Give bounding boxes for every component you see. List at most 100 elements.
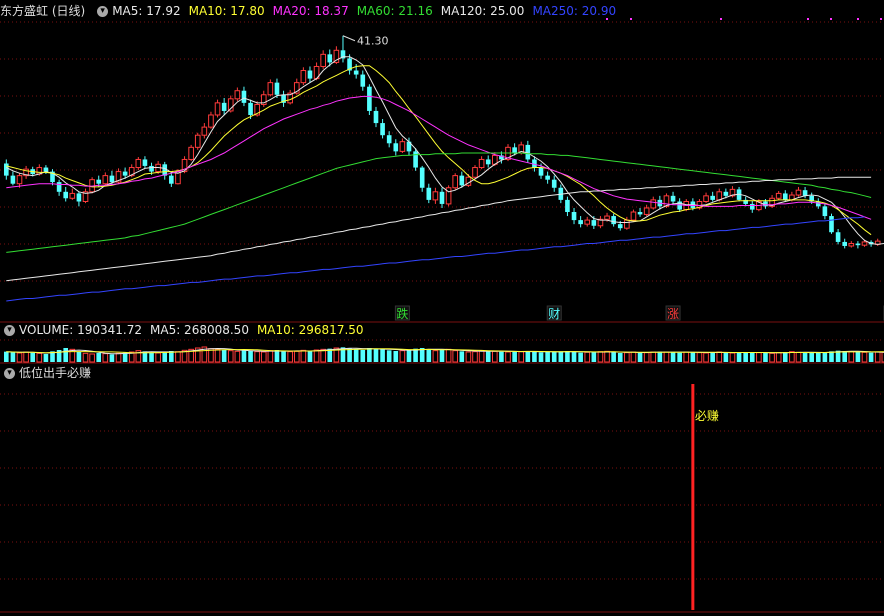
chart-stage: 41.30跌财涨停榜减 必赚 [0,0,884,616]
chevron-down-icon[interactable]: ▾ [4,324,15,336]
volume-bar [736,352,742,362]
volume-bar [861,351,868,363]
volume-bar [795,351,802,363]
candle-body-down [142,159,148,166]
chevron-down-icon[interactable]: ▾ [97,5,109,17]
ma-readout-4: MA120: 25.00 [440,4,525,18]
candle-body-up [624,219,630,229]
event-dot [857,18,859,20]
volume-bar [63,348,69,362]
candle-body-down [545,175,550,180]
volume-bar [254,351,260,363]
candle-body-down [353,70,359,75]
volume-bar [670,352,676,362]
volume-bar [452,350,459,363]
volume-bar [710,352,715,362]
candle-body-up [795,189,802,196]
candle-body-down [76,193,82,202]
peak-annotation-label: 41.30 [357,35,389,48]
volume-bar [538,352,544,362]
volume-bar [406,350,412,362]
volume-bar [848,351,855,363]
volume-bar [763,353,768,362]
volume-bar [432,350,439,363]
volume-bar [775,352,782,363]
candle-body-down [637,212,643,215]
candle-body-down [43,167,49,172]
candle-body-up [584,219,591,225]
volume-bar [815,352,821,362]
candle-body-down [360,74,366,87]
volume-bar [353,349,359,362]
candle-body-down [419,167,425,188]
signal-label: 必赚 [695,408,719,423]
candle-body-up [630,211,637,221]
volume-bar [115,352,122,363]
volume-bar [617,353,623,362]
volume-bar [499,351,504,362]
candle-body-up [716,191,723,201]
volume-bar [478,350,485,363]
candle-body-up [452,175,459,189]
volume-bar [426,349,432,362]
volume-bar [367,348,372,362]
volume-bar [221,350,227,362]
volume-bar [281,351,286,362]
candle-body-down [96,179,102,184]
volume-bar [874,351,881,363]
candle-body-down [485,159,491,165]
candle-body-down [221,102,227,111]
volume-readout-1: MA5: 268008.50 [150,323,249,337]
candle-body-down [855,243,861,246]
volume-bar [274,350,280,362]
candle-body-down [710,195,715,200]
volume-bar [241,350,247,362]
candle-body-up [775,192,782,199]
volume-bar [822,352,828,362]
event-dot [807,18,809,20]
candle-body-down [386,135,392,144]
volume-bar [43,354,49,362]
volume-bar [465,351,472,363]
volume-bar [445,348,452,363]
candle-body-down [274,82,280,95]
event-marker-label: 跌 [396,306,408,321]
candle-body-down [670,195,676,202]
volume-bar [439,350,445,362]
candle-body-down [835,232,841,242]
volume-bar [162,352,168,362]
candle-body-down [611,216,616,225]
volume-bar [287,351,293,363]
main-panel-header: 东方盛虹 (日线) ▾ MA5: 17.92 MA10: 17.80 MA20: 1… [0,2,624,20]
volume-bar [380,349,385,362]
candle-body-up [201,126,208,136]
candle-body-down [63,191,69,199]
event-dot [830,18,832,20]
volume-bar [313,349,320,363]
candle-body-up [300,70,307,84]
candle-body-up [214,102,221,116]
volume-bar [96,353,102,362]
candle-body-down [380,123,385,136]
volume-bar [492,350,498,363]
volume-bar [696,352,703,363]
candle-body-up [472,167,478,178]
volume-bar [360,350,366,362]
volume-bar [234,350,241,363]
ma-readouts: MA5: 17.92 MA10: 17.80 MA20: 18.37 MA60: 21… [112,2,624,20]
chevron-down-icon[interactable]: ▾ [4,367,15,379]
volume-bar [677,352,682,362]
volume-bar [571,352,577,362]
event-dot [630,18,632,20]
candle-body-up [604,215,610,220]
volume-bar [842,351,848,362]
volume-bar [373,348,379,362]
volume-bar [149,352,154,362]
candle-body-up [69,192,76,199]
candle-body-down [723,191,729,196]
volume-bar [630,351,637,363]
volume-bar [512,351,517,362]
volume-bar [472,351,478,363]
candle-body-up [194,134,201,148]
candle-body-down [782,193,788,200]
